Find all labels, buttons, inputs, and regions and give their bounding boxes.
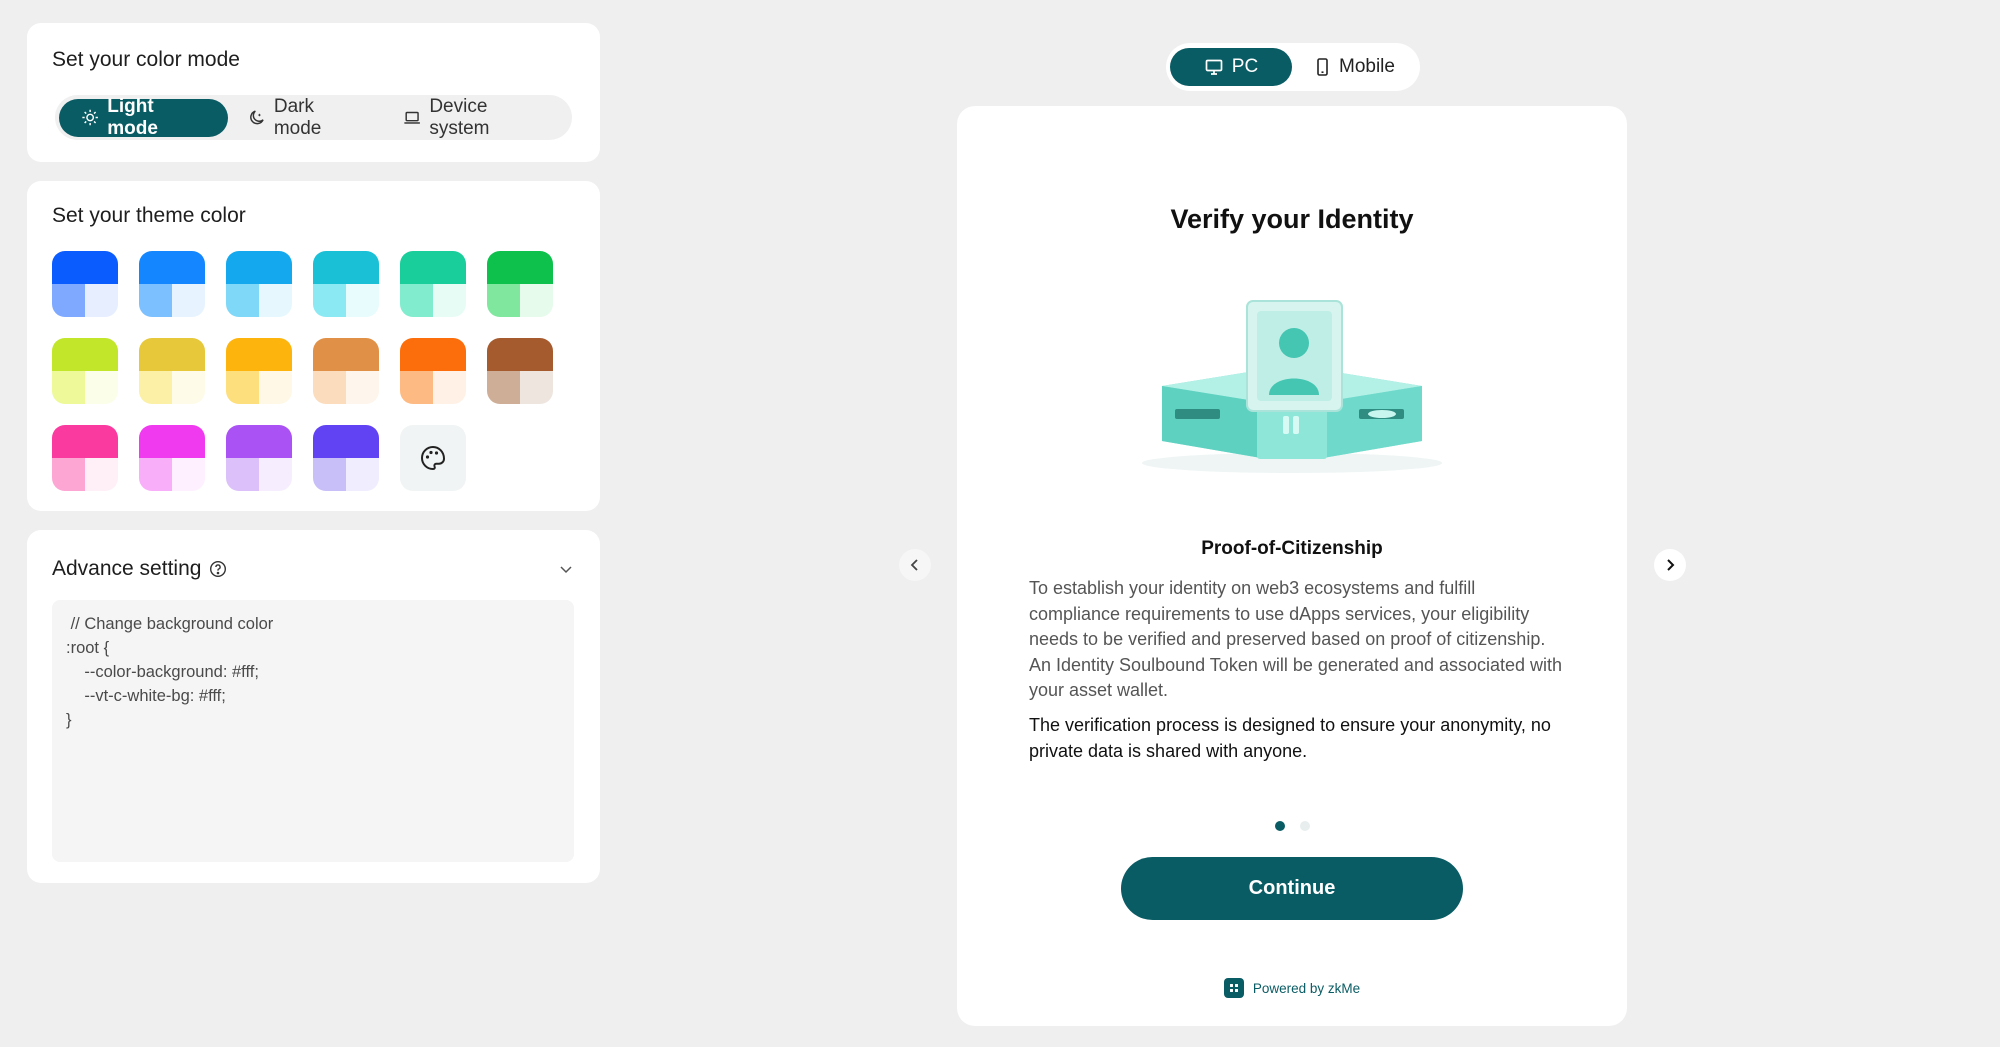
sun-icon bbox=[82, 109, 98, 126]
dark-mode-option[interactable]: Dark mode bbox=[228, 95, 383, 139]
theme-color-title: Set your theme color bbox=[52, 204, 246, 227]
palette-icon bbox=[421, 445, 446, 471]
advance-setting-title: Advance setting bbox=[52, 557, 202, 580]
theme-swatch-1[interactable] bbox=[52, 251, 118, 317]
preview-anonymity-note: The verification process is designed to … bbox=[1029, 715, 1551, 761]
theme-swatch-6[interactable] bbox=[487, 251, 553, 317]
theme-swatch-14[interactable] bbox=[139, 425, 205, 491]
theme-swatch-4[interactable] bbox=[313, 251, 379, 317]
prev-arrow-button[interactable] bbox=[899, 549, 931, 581]
color-mode-selector: Light mode Dark mode Device system bbox=[55, 95, 572, 140]
theme-swatch-10[interactable] bbox=[313, 338, 379, 404]
moon-icon bbox=[249, 110, 264, 125]
chevron-left-icon bbox=[910, 559, 918, 571]
theme-swatch-16[interactable] bbox=[313, 425, 379, 491]
chevron-right-icon bbox=[1667, 559, 1675, 571]
preview-subtitle: Proof-of-Citizenship bbox=[1201, 538, 1383, 559]
theme-swatch-15[interactable] bbox=[226, 425, 292, 491]
pc-option[interactable]: PC bbox=[1170, 48, 1292, 86]
preview-card: Verify your Identity Proof-of-Citizenshi… bbox=[957, 106, 1627, 1026]
device-selector: PC Mobile bbox=[1166, 43, 1420, 91]
code-editor[interactable]: // Change background color :root { --col… bbox=[52, 600, 574, 862]
theme-swatches bbox=[52, 251, 553, 491]
monitor-icon bbox=[1205, 59, 1223, 75]
theme-swatch-11[interactable] bbox=[400, 338, 466, 404]
preview-description: To establish your identity on web3 ecosy… bbox=[1029, 578, 1563, 700]
color-mode-card: Set your color mode Light mode Dark mode… bbox=[27, 23, 600, 162]
preview-title: Verify your Identity bbox=[1170, 204, 1414, 234]
theme-swatch-8[interactable] bbox=[139, 338, 205, 404]
powered-by-label: Powered by zkMe bbox=[1252, 980, 1361, 996]
next-arrow-button[interactable] bbox=[1654, 549, 1686, 581]
advance-setting-card: Advance setting // Change background col… bbox=[27, 530, 600, 883]
page-dot-2[interactable] bbox=[1299, 821, 1310, 831]
theme-swatch-5[interactable] bbox=[400, 251, 466, 317]
custom-color-button[interactable] bbox=[400, 425, 466, 491]
light-mode-option[interactable]: Light mode bbox=[59, 95, 228, 139]
continue-button[interactable]: Continue bbox=[1121, 857, 1463, 920]
color-mode-title: Set your color mode bbox=[52, 48, 240, 71]
light-mode-label: Light mode bbox=[107, 95, 158, 139]
chevron-down-icon[interactable] bbox=[557, 560, 575, 578]
mobile-label: Mobile bbox=[1339, 56, 1395, 77]
laptop-icon bbox=[404, 111, 420, 124]
powered-by: Powered by zkMe bbox=[957, 978, 1627, 998]
identity-illustration bbox=[1142, 300, 1442, 473]
theme-swatch-9[interactable] bbox=[226, 338, 292, 404]
page-dot-1[interactable] bbox=[1274, 821, 1285, 831]
theme-swatch-12[interactable] bbox=[487, 338, 553, 404]
help-icon[interactable] bbox=[209, 560, 227, 578]
device-system-option[interactable]: Device system bbox=[383, 95, 568, 139]
advance-setting-header[interactable]: Advance setting bbox=[52, 554, 575, 584]
dark-mode-label: Dark mode bbox=[273, 95, 322, 139]
theme-swatch-3[interactable] bbox=[226, 251, 292, 317]
theme-color-card: Set your theme color bbox=[27, 181, 600, 511]
device-system-label: Device system bbox=[429, 95, 490, 139]
phone-icon bbox=[1317, 58, 1328, 76]
theme-swatch-13[interactable] bbox=[52, 425, 118, 491]
theme-swatch-7[interactable] bbox=[52, 338, 118, 404]
mobile-option[interactable]: Mobile bbox=[1298, 48, 1410, 86]
pc-label: PC bbox=[1231, 56, 1259, 77]
zkme-logo-icon bbox=[1223, 978, 1244, 998]
theme-swatch-2[interactable] bbox=[139, 251, 205, 317]
pagination-dots bbox=[957, 821, 1627, 831]
